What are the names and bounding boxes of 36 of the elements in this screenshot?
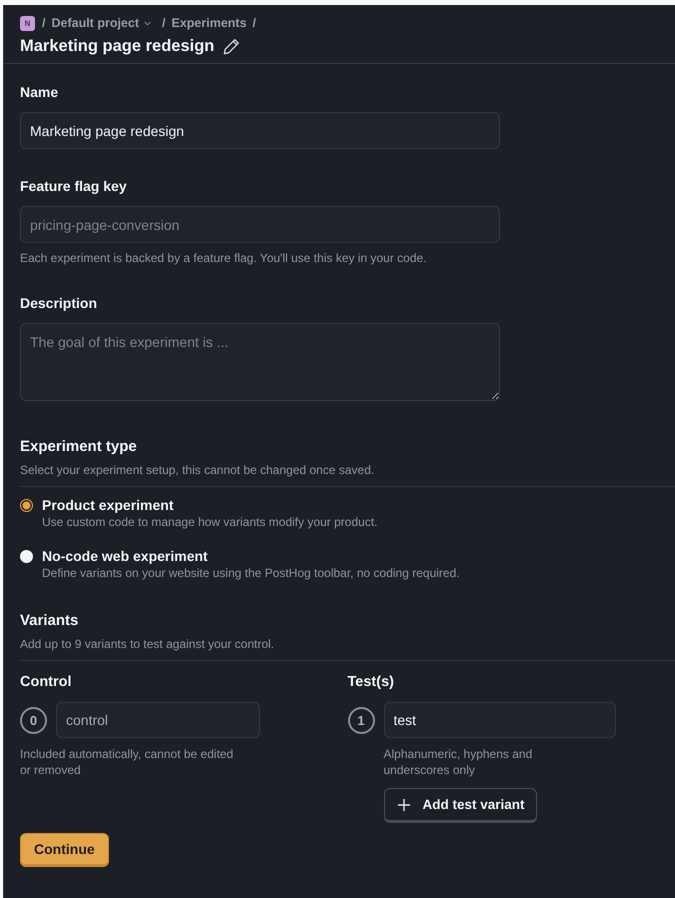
plus-icon [398, 798, 410, 810]
option-description: Define variants on your website using the PostHog toolbar, no coding required. [42, 565, 460, 581]
add-variant-button[interactable]: Add test variant [384, 788, 537, 823]
description-textarea[interactable]: The goal of this experiment is ... [20, 323, 500, 401]
section-subtitle: Select your experiment setup, this cannot be changed once saved. [20, 462, 374, 478]
variant-number: 0 [20, 706, 47, 734]
text-input[interactable]: Marketing page redesign [20, 112, 500, 149]
section-title: Experiment type [20, 437, 137, 457]
column-heading: Test(s) [348, 673, 394, 692]
breadcrumb-link[interactable]: Experiments [171, 16, 247, 30]
option-label[interactable]: No-code web experiment [42, 547, 208, 565]
continue-button[interactable]: Continue [20, 833, 109, 867]
radio-button[interactable] [20, 550, 33, 563]
breadcrumb-separator: / [42, 16, 46, 30]
variant-number: 1 [348, 706, 374, 734]
breadcrumb-separator: / [252, 16, 256, 30]
field-label: Name [20, 83, 58, 102]
chevron-down-icon[interactable] [144, 20, 151, 26]
column-heading: Control [20, 673, 72, 692]
field-label: Description [20, 294, 98, 313]
page-title: Marketing page redesign [20, 36, 214, 57]
text-input[interactable]: pricing-page-conversion [20, 206, 500, 243]
pencil-icon[interactable] [223, 38, 240, 54]
option-description: Use custom code to manage how variants modify your product. [42, 514, 378, 530]
variant-key-input[interactable]: test [384, 702, 616, 738]
section-subtitle: Add up to 9 variants to test against your control. [20, 636, 274, 652]
option-label[interactable]: Product experiment [42, 496, 174, 514]
help-text: Each experiment is backed by a feature flag. You'll use this key in your code. [20, 250, 427, 266]
breadcrumb-link[interactable]: Default project [51, 16, 139, 30]
section-title: Variants [20, 611, 78, 631]
radio-button[interactable] [20, 499, 33, 512]
help-text: Alphanumeric, hyphens and underscores only [384, 746, 534, 778]
breadcrumb-separator: / [162, 16, 166, 30]
help-text: Included automatically, cannot be edited or removed [20, 746, 234, 778]
project-avatar[interactable]: N [20, 16, 35, 30]
field-label: Feature flag key [20, 177, 127, 196]
